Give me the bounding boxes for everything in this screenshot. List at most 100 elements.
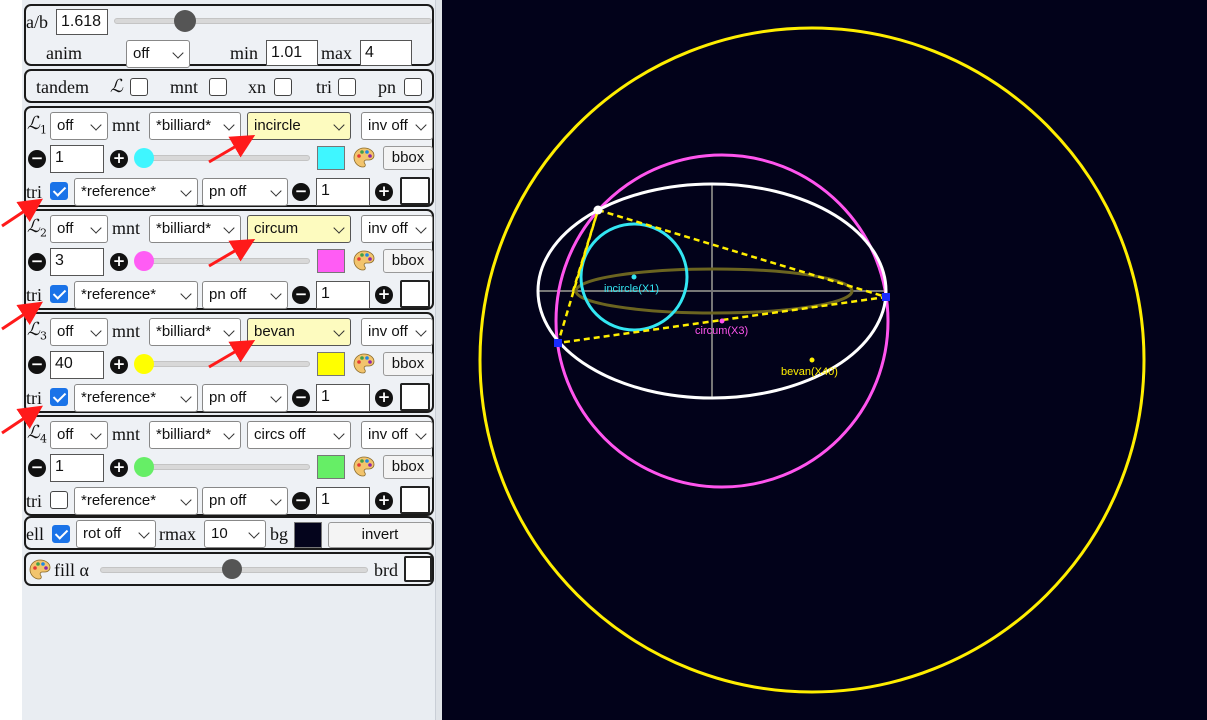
max-input[interactable]: 4 (360, 40, 412, 66)
plus-icon[interactable]: + (110, 356, 128, 374)
locus-4-slider-track[interactable] (136, 464, 310, 470)
locus-4-slider-thumb[interactable] (134, 457, 154, 477)
locus-1-tri-ref-select[interactable]: *reference* (74, 178, 198, 206)
locus-1-color-swatch[interactable] (317, 146, 345, 170)
ab-slider-track[interactable] (114, 18, 432, 24)
locus-1-state-select[interactable]: off (50, 112, 108, 140)
locus-2-inv-select[interactable]: inv off (361, 215, 433, 243)
locus-1-tri-checkbox[interactable] (50, 182, 68, 200)
plus-icon[interactable]: + (375, 183, 393, 201)
locus-2-tri-ref-select[interactable]: *reference* (74, 281, 198, 309)
locus-4-tri-checkbox[interactable] (50, 491, 68, 509)
locus-3-count-input[interactable]: 40 (50, 351, 104, 379)
minus-icon[interactable]: − (28, 356, 46, 374)
locus-1-pn-count-input[interactable]: 1 (316, 178, 370, 206)
locus-1-inv-select[interactable]: inv off (361, 112, 433, 140)
vertex-point[interactable] (593, 205, 603, 215)
palette-icon[interactable] (352, 352, 376, 376)
locus-3-tri-color-box[interactable] (400, 383, 430, 411)
locus-3-slider-track[interactable] (136, 361, 310, 367)
locus-3-state-select[interactable]: off (50, 318, 108, 346)
locus-4-bbox-button[interactable]: bbox (383, 455, 433, 479)
locus-1-mount-select[interactable]: *billiard* (149, 112, 241, 140)
min-input[interactable]: 1.01 (266, 40, 318, 66)
locus-4-color-swatch[interactable] (317, 455, 345, 479)
invert-button[interactable]: invert (328, 522, 432, 548)
locus-3-color-swatch[interactable] (317, 352, 345, 376)
minus-icon[interactable]: − (28, 253, 46, 271)
locus-1-slider-track[interactable] (136, 155, 310, 161)
locus-4-pn-count-input[interactable]: 1 (316, 487, 370, 515)
locus-3-center-select[interactable]: bevan (247, 318, 351, 346)
canvas-svg[interactable]: incircle(X1) circum(X3) bevan(X40) (442, 0, 1207, 720)
locus-2-slider-thumb[interactable] (134, 251, 154, 271)
plus-icon[interactable]: + (110, 253, 128, 271)
fill-alpha-slider-thumb[interactable] (222, 559, 242, 579)
locus-1-pn-select[interactable]: pn off (202, 178, 288, 206)
locus-2-mount-select[interactable]: *billiard* (149, 215, 241, 243)
locus-2-tri-checkbox[interactable] (50, 285, 68, 303)
locus-2-state-select[interactable]: off (50, 215, 108, 243)
plus-icon[interactable]: + (110, 459, 128, 477)
vertex-point[interactable] (882, 293, 890, 301)
bg-color-swatch[interactable] (294, 522, 322, 548)
palette-icon[interactable] (352, 249, 376, 273)
palette-icon[interactable] (352, 146, 376, 170)
ab-input[interactable]: 1.618 (56, 9, 108, 35)
plus-icon[interactable]: + (375, 286, 393, 304)
tandem-tri-checkbox[interactable] (338, 78, 356, 96)
minus-icon[interactable]: − (292, 183, 310, 201)
locus-4-tri-ref-select[interactable]: *reference* (74, 487, 198, 515)
locus-1-tri-color-box[interactable] (400, 177, 430, 205)
locus-3-mount-select[interactable]: *billiard* (149, 318, 241, 346)
locus-2-count-input[interactable]: 3 (50, 248, 104, 276)
locus-4-count-input[interactable]: 1 (50, 454, 104, 482)
tandem-L-checkbox[interactable] (130, 78, 148, 96)
locus-4-tri-color-box[interactable] (400, 486, 430, 514)
border-color-box[interactable] (404, 556, 432, 582)
anim-select[interactable]: off (126, 40, 190, 68)
vertex-point[interactable] (554, 339, 562, 347)
rmax-select[interactable]: 10 (204, 520, 266, 548)
locus-2-slider-track[interactable] (136, 258, 310, 264)
locus-2-color-swatch[interactable] (317, 249, 345, 273)
locus-2-bbox-button[interactable]: bbox (383, 249, 433, 273)
plus-icon[interactable]: + (110, 150, 128, 168)
locus-2-tri-color-box[interactable] (400, 280, 430, 308)
locus-1-center-select[interactable]: incircle (247, 112, 351, 140)
locus-2-pn-select[interactable]: pn off (202, 281, 288, 309)
locus-2-pn-count-input[interactable]: 1 (316, 281, 370, 309)
locus-3-tri-ref-select[interactable]: *reference* (74, 384, 198, 412)
locus-4-pn-select[interactable]: pn off (202, 487, 288, 515)
minus-icon[interactable]: − (28, 459, 46, 477)
minus-icon[interactable]: − (292, 492, 310, 510)
locus-1-slider-thumb[interactable] (134, 148, 154, 168)
locus-3-bbox-button[interactable]: bbox (383, 352, 433, 376)
locus-1-count-input[interactable]: 1 (50, 145, 104, 173)
locus-4-state-select[interactable]: off (50, 421, 108, 449)
tandem-pn-checkbox[interactable] (404, 78, 422, 96)
locus-4-mount-select[interactable]: *billiard* (149, 421, 241, 449)
rot-select[interactable]: rot off (76, 520, 156, 548)
locus-4-inv-select[interactable]: inv off (361, 421, 433, 449)
minus-icon[interactable]: − (292, 286, 310, 304)
locus-3-tri-checkbox[interactable] (50, 388, 68, 406)
palette-icon[interactable] (352, 455, 376, 479)
locus-3-pn-count-input[interactable]: 1 (316, 384, 370, 412)
tandem-xn-checkbox[interactable] (274, 78, 292, 96)
geometry-canvas[interactable]: incircle(X1) circum(X3) bevan(X40) (442, 0, 1207, 720)
ell-checkbox[interactable] (52, 525, 70, 543)
minus-icon[interactable]: − (28, 150, 46, 168)
plus-icon[interactable]: + (375, 492, 393, 510)
locus-3-inv-select[interactable]: inv off (361, 318, 433, 346)
ab-slider-thumb[interactable] (174, 10, 196, 32)
locus-3-slider-thumb[interactable] (134, 354, 154, 374)
locus-1-bbox-button[interactable]: bbox (383, 146, 433, 170)
palette-icon[interactable] (28, 558, 52, 582)
minus-icon[interactable]: − (292, 389, 310, 407)
plus-icon[interactable]: + (375, 389, 393, 407)
locus-3-pn-select[interactable]: pn off (202, 384, 288, 412)
tandem-mnt-checkbox[interactable] (209, 78, 227, 96)
locus-4-center-select[interactable]: circs off (247, 421, 351, 449)
locus-2-center-select[interactable]: circum (247, 215, 351, 243)
